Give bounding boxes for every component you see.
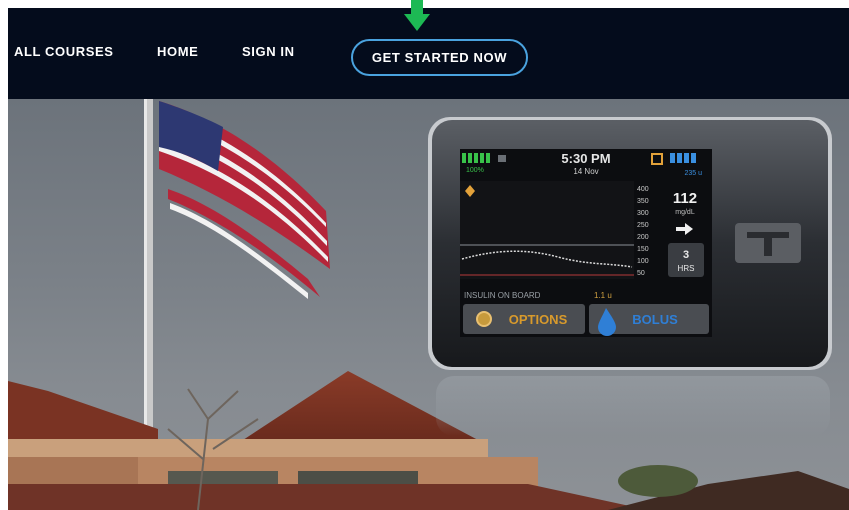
get-started-button[interactable]: GET STARTED NOW [351,39,528,76]
nav-all-courses[interactable]: ALL COURSES [14,44,114,59]
cgm-value: 112 [673,190,697,207]
gear-icon [476,311,492,327]
scale-label: 300 [637,210,649,217]
options-label: OPTIONS [509,312,568,327]
nav-home[interactable]: HOME [157,44,198,59]
iob-value: 1.1 u [594,291,612,300]
device-date: 14 Nov [573,167,598,176]
bluetooth-icon [498,155,506,162]
hero-scene: 100% 5:30 PM 14 Nov 235 u 400 350 300 25… [8,99,849,510]
insulin-pump-device: 100% 5:30 PM 14 Nov 235 u 400 350 300 25… [428,117,832,370]
us-flag [159,101,330,299]
scale-label: 250 [637,222,649,229]
cgm-unit: mg/dL [675,209,695,216]
scale-label: 200 [637,234,649,241]
device-time: 5:30 PM [561,151,610,166]
scale-label: 150 [637,246,649,253]
scale-label: 350 [637,198,649,205]
nav-sign-in[interactable]: SIGN IN [242,44,295,59]
scale-label: 400 [637,186,649,193]
battery-percent: 100% [466,167,484,174]
insulin-units: 235 u [684,170,702,177]
bolus-label: BOLUS [632,312,678,327]
range-unit: HRS [678,264,695,273]
pointer-arrow-icon [404,0,430,31]
hero-image: 100% 5:30 PM 14 Nov 235 u 400 350 300 25… [8,99,849,510]
scale-label: 100 [637,258,649,265]
scale-label: 50 [637,270,645,277]
range-value: 3 [683,249,689,261]
iob-label: INSULIN ON BOARD [464,291,541,300]
t-logo-button [735,223,801,263]
